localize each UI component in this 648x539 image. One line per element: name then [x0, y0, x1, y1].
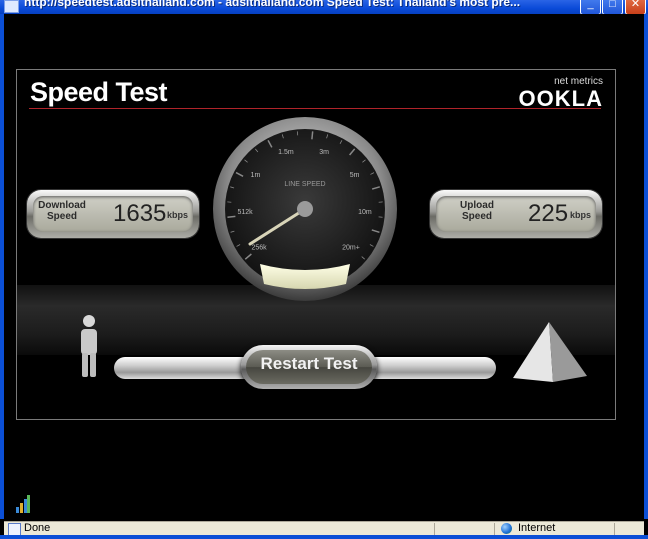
security-zone-label: Internet [518, 522, 556, 534]
window-frame-left [0, 14, 4, 519]
gauge-label: LINE SPEED [284, 181, 325, 188]
window-frame-bottom [0, 535, 648, 539]
gauge-tick-label-20m: 20m+ [342, 245, 360, 252]
gauge-tick-label-10m: 10m [358, 209, 372, 216]
gauge-hub [297, 201, 313, 217]
minimize-button[interactable]: _ [580, 0, 601, 14]
signal-strength-icon [16, 495, 30, 513]
status-text: Done [24, 522, 51, 534]
speedtest-title: Speed Test [30, 77, 168, 107]
gauge-tick-label-256k: 256k [251, 245, 267, 252]
gauge-tick [311, 131, 314, 140]
statusbar: Done Internet [4, 521, 644, 536]
download-readout-face: Download Speed 1635 kbps [33, 196, 193, 232]
window-titlebar[interactable]: http://speedtest.adsithailand.com - adsi… [0, 0, 648, 14]
download-speed-readout: Download Speed 1635 kbps [27, 190, 199, 238]
speed-gauge: 256k 512k 1m 1.5m 3m 5m 10m 20m+ LINE SP… [213, 117, 397, 301]
upload-value: 225 [528, 200, 569, 227]
download-unit: kbps [167, 210, 189, 220]
upload-label-line1: Upload [460, 200, 494, 211]
statusbar-separator [614, 523, 615, 535]
close-button[interactable]: ✕ [625, 0, 646, 14]
upload-readout-face: Upload Speed 225 kbps [436, 196, 596, 232]
gauge-tick-label-5m: 5m [350, 172, 360, 179]
window-title: http://speedtest.adsithailand.com - adsi… [24, 0, 521, 9]
ookla-logo[interactable]: net metrics OOKLA [513, 76, 603, 111]
gauge-tick-label-3m: 3m [319, 149, 329, 156]
statusbar-separator [434, 523, 435, 535]
server-pyramid-icon [513, 322, 587, 382]
upload-label-line2: Speed [461, 211, 492, 222]
restart-test-button[interactable]: Restart Test [241, 345, 377, 389]
person-icon [81, 315, 97, 377]
speedtest-panel: Speed Test net metrics OOKLA Download Sp… [16, 69, 616, 420]
upload-unit: kbps [570, 210, 592, 220]
upload-label: Upload Speed [452, 200, 502, 222]
window-frame-right [644, 14, 648, 519]
statusbar-separator [494, 523, 495, 535]
download-label-line1: Download [38, 200, 86, 211]
download-label: Download Speed [37, 200, 87, 222]
download-label-line2: Speed [46, 211, 77, 222]
gauge-tick-label-1m: 1m [251, 172, 261, 179]
brand-name: OOKLA [518, 86, 603, 111]
gauge-tick-label-1-5m: 1.5m [278, 149, 294, 156]
download-value: 1635 [113, 200, 167, 227]
internet-zone-icon [501, 523, 512, 534]
restart-test-label: Restart Test [260, 354, 358, 373]
gauge-tick [227, 215, 236, 219]
ie-page-icon [4, 0, 19, 13]
maximize-button[interactable]: □ [602, 0, 623, 14]
upload-speed-readout: Upload Speed 225 kbps [430, 190, 602, 238]
gauge-tick-label-512k: 512k [237, 209, 253, 216]
